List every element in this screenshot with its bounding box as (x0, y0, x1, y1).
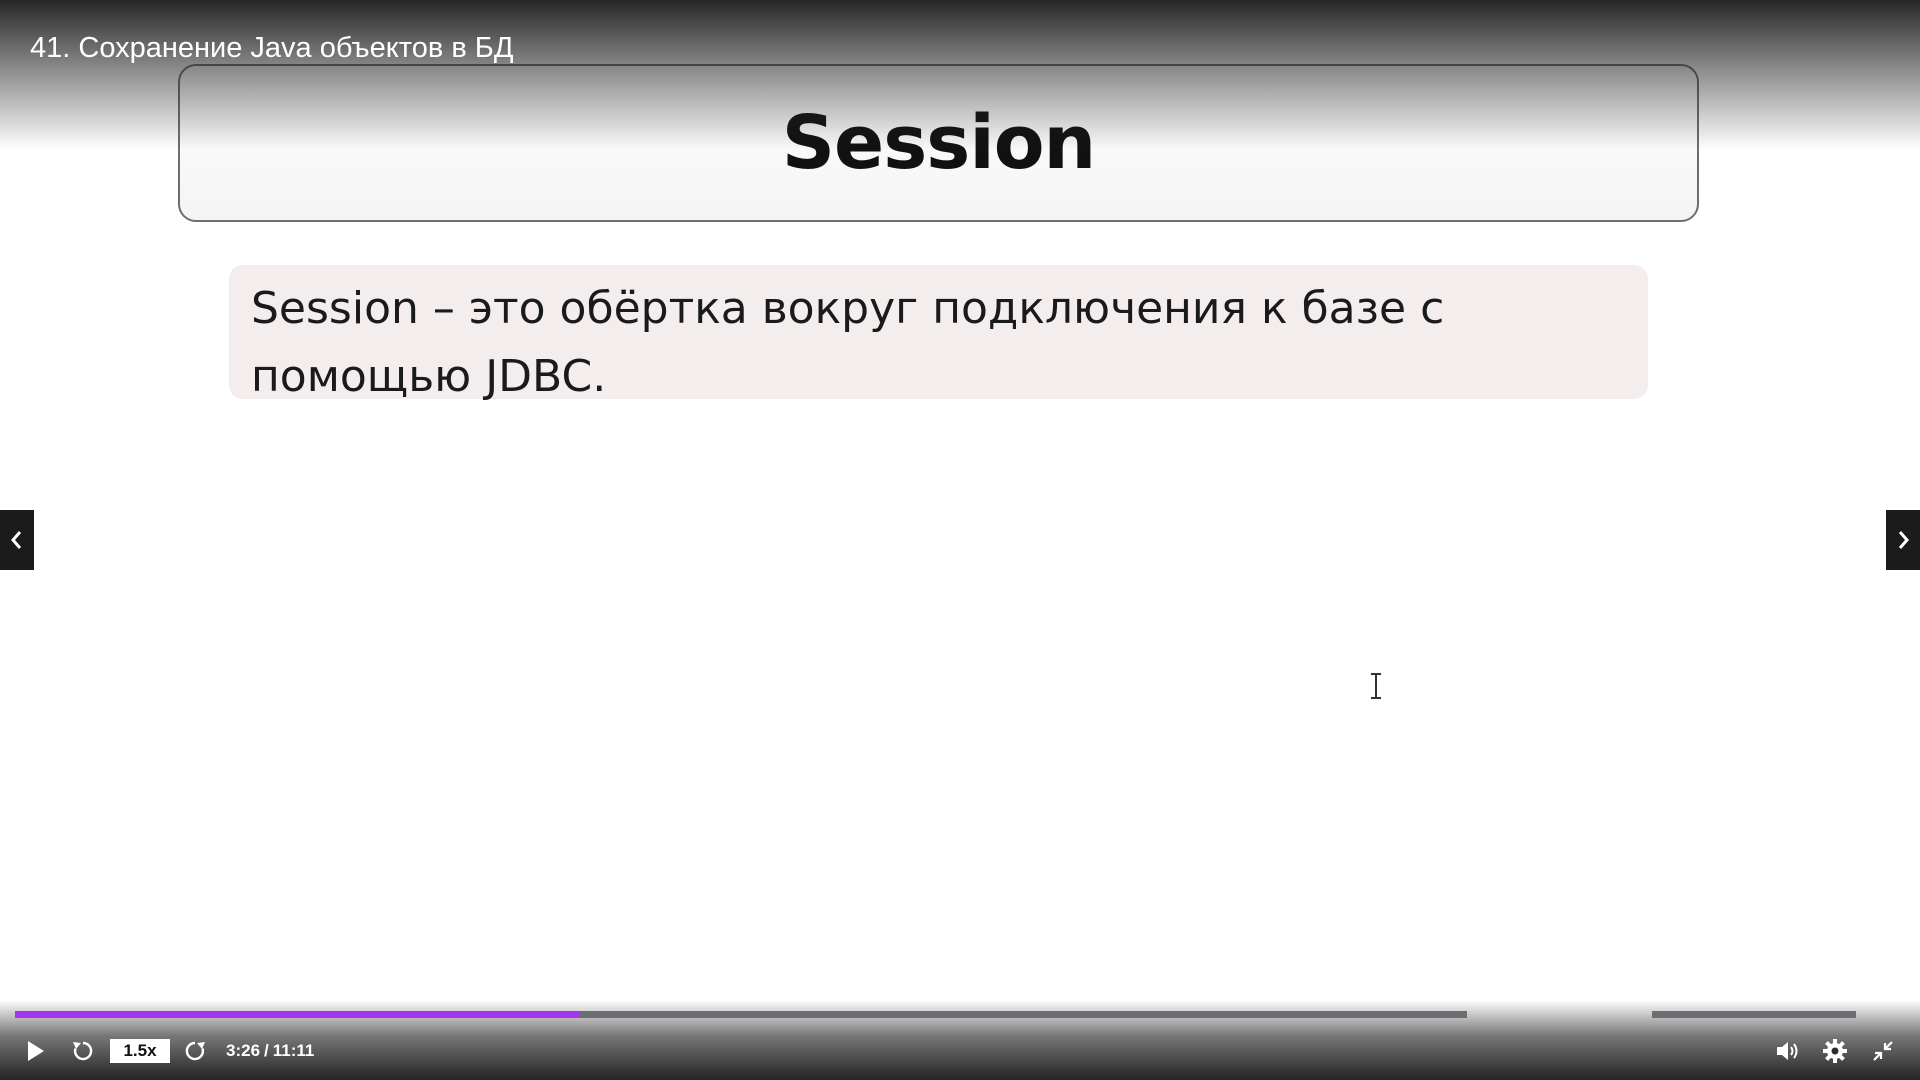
slide: Session Session – это обёртка вокруг под… (0, 0, 1920, 1080)
play-button[interactable] (18, 1034, 52, 1068)
rewind-button[interactable] (66, 1034, 100, 1068)
chevron-right-icon (1898, 531, 1909, 549)
control-bar: 1.5x 3:26/11:11 (0, 1034, 1920, 1068)
time-separator: / (264, 1041, 269, 1060)
duration: 11:11 (272, 1041, 315, 1060)
time-display: 3:26/11:11 (226, 1041, 314, 1061)
lecture-title: 41. Сохранение Java объектов в БД (30, 32, 514, 64)
chevron-left-icon (11, 531, 22, 549)
video-player[interactable]: Session Session – это обёртка вокруг под… (0, 0, 1920, 1080)
playback-speed-button[interactable]: 1.5x (110, 1039, 170, 1063)
next-lecture-button[interactable] (1886, 510, 1920, 570)
settings-icon (1823, 1039, 1847, 1063)
slide-title-box: Session (178, 64, 1699, 222)
text-cursor-icon (1371, 673, 1381, 699)
slide-heading: Session (781, 100, 1096, 186)
rewind-icon (73, 1041, 93, 1061)
slide-definition: Session – это обёртка вокруг подключения… (251, 283, 1445, 402)
exit-fullscreen-icon (1873, 1041, 1893, 1061)
progress-played (15, 1011, 580, 1018)
forward-icon (185, 1041, 205, 1061)
slide-definition-box: Session – это обёртка вокруг подключения… (229, 265, 1648, 402)
exit-fullscreen-button[interactable] (1866, 1034, 1900, 1068)
forward-button[interactable] (178, 1034, 212, 1068)
settings-button[interactable] (1818, 1034, 1852, 1068)
progress-bar-segment[interactable] (1652, 1011, 1856, 1018)
volume-button[interactable] (1770, 1034, 1804, 1068)
current-time: 3:26 (226, 1041, 261, 1060)
play-icon (28, 1041, 44, 1061)
previous-lecture-button[interactable] (0, 510, 34, 570)
volume-icon (1777, 1042, 1798, 1060)
